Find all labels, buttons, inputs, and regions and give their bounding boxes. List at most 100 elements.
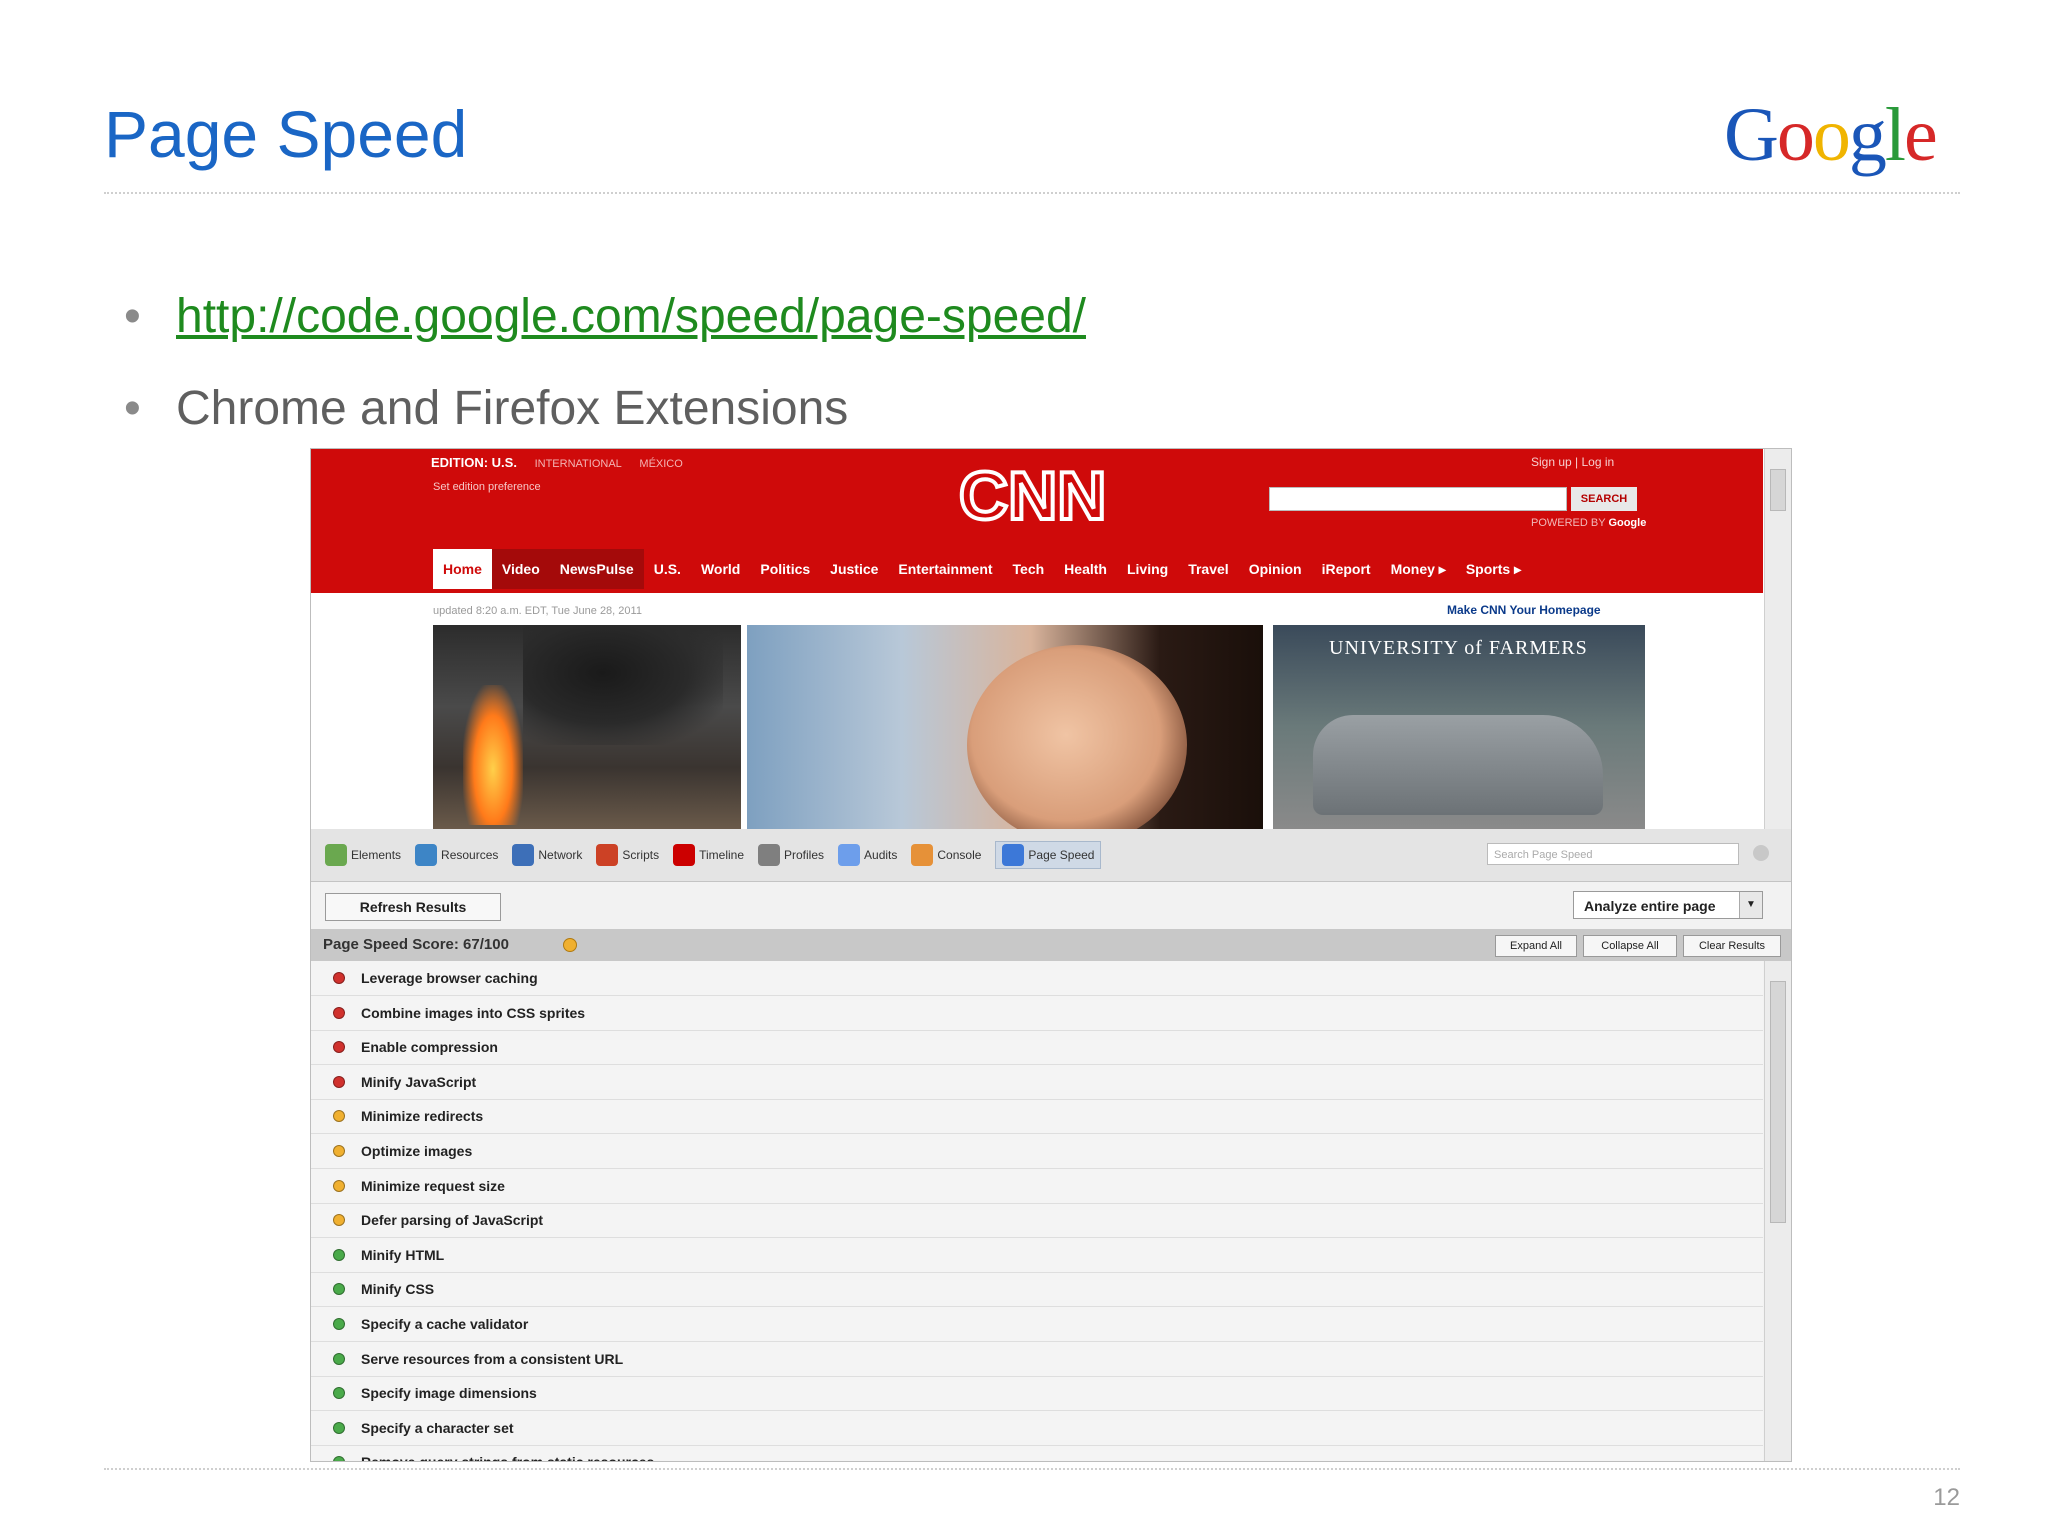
- analyze-scope-select[interactable]: Analyze entire page ▼: [1573, 891, 1763, 919]
- cnn-logo[interactable]: CNN: [951, 455, 1111, 540]
- cnn-nav-item[interactable]: Living: [1117, 549, 1178, 589]
- title-divider: [104, 192, 1960, 194]
- chevron-down-icon[interactable]: ▼: [1739, 892, 1762, 918]
- cnn-nav-item[interactable]: Video: [491, 549, 550, 589]
- cnn-logo-icon: CNN: [957, 456, 1108, 536]
- rule-label: Remove query strings from static resourc…: [361, 1445, 654, 1461]
- rule-label: Minimize request size: [361, 1177, 505, 1194]
- cnn-nav-item[interactable]: Health: [1054, 549, 1117, 589]
- google-logo-letter: e: [1904, 93, 1938, 177]
- rule-label: Specify a cache validator: [361, 1316, 529, 1332]
- expand-all-button[interactable]: Expand All: [1495, 935, 1577, 957]
- cnn-nav-item[interactable]: Travel: [1178, 549, 1238, 589]
- devtools-tab[interactable]: Network: [512, 844, 582, 866]
- devtools-tab-label: Profiles: [784, 848, 825, 862]
- cnn-nav-item[interactable]: Money ▸: [1381, 549, 1456, 589]
- rule-row[interactable]: Combine images into CSS sprites: [311, 996, 1763, 1031]
- page-speed-screenshot: EDITION: U.S. INTERNATIONAL MÉXICO Set e…: [310, 448, 1792, 1462]
- edition-preference-link[interactable]: Set edition preference: [433, 481, 541, 493]
- bullet-item: • http://code.google.com/speed/page-speed…: [124, 286, 1086, 378]
- cnn-nav-item[interactable]: NewsPulse: [549, 549, 644, 589]
- cnn-nav-item[interactable]: Tech: [1003, 549, 1055, 589]
- devtools-tab-label: Audits: [864, 848, 898, 862]
- rule-label: Defer parsing of JavaScript: [361, 1212, 544, 1229]
- devtools-tab-label: Timeline: [699, 848, 744, 862]
- log-in-link[interactable]: Log in: [1582, 455, 1615, 469]
- clear-results-button[interactable]: Clear Results: [1683, 935, 1781, 957]
- cnn-nav-item[interactable]: Home: [433, 549, 492, 589]
- rule-status-icon: [333, 1110, 345, 1123]
- devtools-tab[interactable]: Scripts: [596, 844, 659, 866]
- page-speed-link[interactable]: http://code.google.com/speed/page-speed/: [176, 290, 1086, 343]
- devtools-tab-icon: [758, 844, 780, 866]
- cnn-nav-item[interactable]: Opinion: [1239, 549, 1312, 589]
- cnn-nav-item[interactable]: iReport: [1312, 549, 1381, 589]
- rule-status-icon: [333, 1387, 345, 1400]
- rule-row[interactable]: Specify a character set: [311, 1411, 1763, 1446]
- cnn-nav-item[interactable]: Sports ▸: [1456, 549, 1531, 589]
- edition-selector[interactable]: EDITION: U.S. INTERNATIONAL MÉXICO: [431, 455, 683, 470]
- sign-up-link[interactable]: Sign up: [1531, 455, 1572, 469]
- rule-row[interactable]: Enable compression: [311, 1030, 1763, 1066]
- devtools-tab-label: Page Speed: [1028, 848, 1095, 862]
- devtools-tab[interactable]: Console: [911, 844, 981, 866]
- devtools-tab-label: Console: [937, 848, 982, 862]
- cnn-nav: Home Video NewsPulse U.S. World Politics Justi…: [433, 549, 1531, 589]
- devtools-tab[interactable]: Page Speed: [995, 841, 1102, 869]
- cnn-nav-item[interactable]: World: [691, 549, 750, 589]
- rule-label: Minify HTML: [361, 1246, 445, 1263]
- rule-row[interactable]: Minimize redirects: [311, 1099, 1763, 1135]
- rule-status-icon: [333, 972, 345, 984]
- page-scrollbar-thumb[interactable]: [1770, 469, 1786, 511]
- rule-status-icon: [333, 1421, 345, 1434]
- cnn-nav-item[interactable]: U.S.: [644, 549, 691, 589]
- page-speed-search-input[interactable]: Search Page Speed: [1487, 843, 1739, 865]
- rule-label: Specify image dimensions: [361, 1385, 537, 1402]
- devtools-tab[interactable]: Profiles: [758, 844, 824, 866]
- collapse-all-button[interactable]: Collapse All: [1583, 935, 1677, 957]
- score-status-icon: [563, 938, 577, 952]
- rule-label: Optimize images: [361, 1143, 473, 1159]
- news-photo-portrait[interactable]: [747, 625, 1263, 829]
- results-scrollbar[interactable]: [1764, 961, 1791, 1461]
- rule-row[interactable]: Optimize images: [311, 1134, 1763, 1169]
- devtools-tab[interactable]: Resources: [415, 844, 498, 866]
- page-scrollbar[interactable]: [1764, 449, 1791, 829]
- rule-label: Minify CSS: [361, 1281, 435, 1298]
- close-icon[interactable]: [1753, 845, 1769, 861]
- cnn-logo-text: CNN: [959, 458, 1106, 534]
- rule-row[interactable]: Specify a cache validator: [311, 1307, 1763, 1342]
- rule-row[interactable]: Remove query strings from static resourc…: [311, 1445, 1763, 1461]
- rule-row[interactable]: Leverage browser caching: [311, 961, 1763, 996]
- rule-label: Combine images into CSS sprites: [361, 1004, 586, 1021]
- devtools-tab-label: Elements: [351, 848, 402, 862]
- rule-row[interactable]: Minify HTML: [311, 1238, 1763, 1273]
- score-bar: Page Speed Score: 67/100 Expand All Coll…: [311, 929, 1791, 961]
- fire-shape: [463, 685, 523, 825]
- bullet-text: Chrome and Firefox Extensions: [176, 382, 849, 435]
- devtools-tab[interactable]: Audits: [838, 844, 897, 866]
- rule-row[interactable]: Specify image dimensions: [311, 1376, 1763, 1412]
- updated-timestamp: updated 8:20 a.m. EDT, Tue June 28, 2011: [433, 605, 642, 617]
- devtools-tab[interactable]: Timeline: [673, 844, 744, 866]
- cnn-nav-item[interactable]: Entertainment: [888, 549, 1002, 589]
- devtools-tab-label: Scripts: [622, 848, 660, 862]
- search-button[interactable]: SEARCH: [1571, 487, 1637, 511]
- rule-row[interactable]: Defer parsing of JavaScript: [311, 1203, 1763, 1239]
- refresh-results-button[interactable]: Refresh Results: [325, 893, 501, 921]
- account-links[interactable]: Sign up | Log in: [1531, 455, 1614, 469]
- news-photo-fire[interactable]: [433, 625, 741, 829]
- results-scrollbar-thumb[interactable]: [1770, 981, 1786, 1223]
- rule-row[interactable]: Minimize request size: [311, 1169, 1763, 1204]
- cnn-nav-item[interactable]: Politics: [750, 549, 820, 589]
- search-input[interactable]: [1269, 487, 1567, 511]
- rule-row[interactable]: Minify CSS: [311, 1272, 1763, 1308]
- make-homepage-link[interactable]: Make CNN Your Homepage: [1447, 603, 1601, 617]
- devtools-tab-icon: [1002, 844, 1025, 866]
- cnn-nav-item[interactable]: Justice: [820, 549, 888, 589]
- rule-row[interactable]: Minify JavaScript: [311, 1065, 1763, 1100]
- powered-by-google: POWERED BY Google: [1531, 517, 1647, 529]
- devtools-tab[interactable]: Elements: [325, 844, 401, 866]
- advertisement[interactable]: UNIVERSITY of FARMERS: [1273, 625, 1645, 829]
- rule-row[interactable]: Serve resources from a consistent URL: [311, 1342, 1763, 1377]
